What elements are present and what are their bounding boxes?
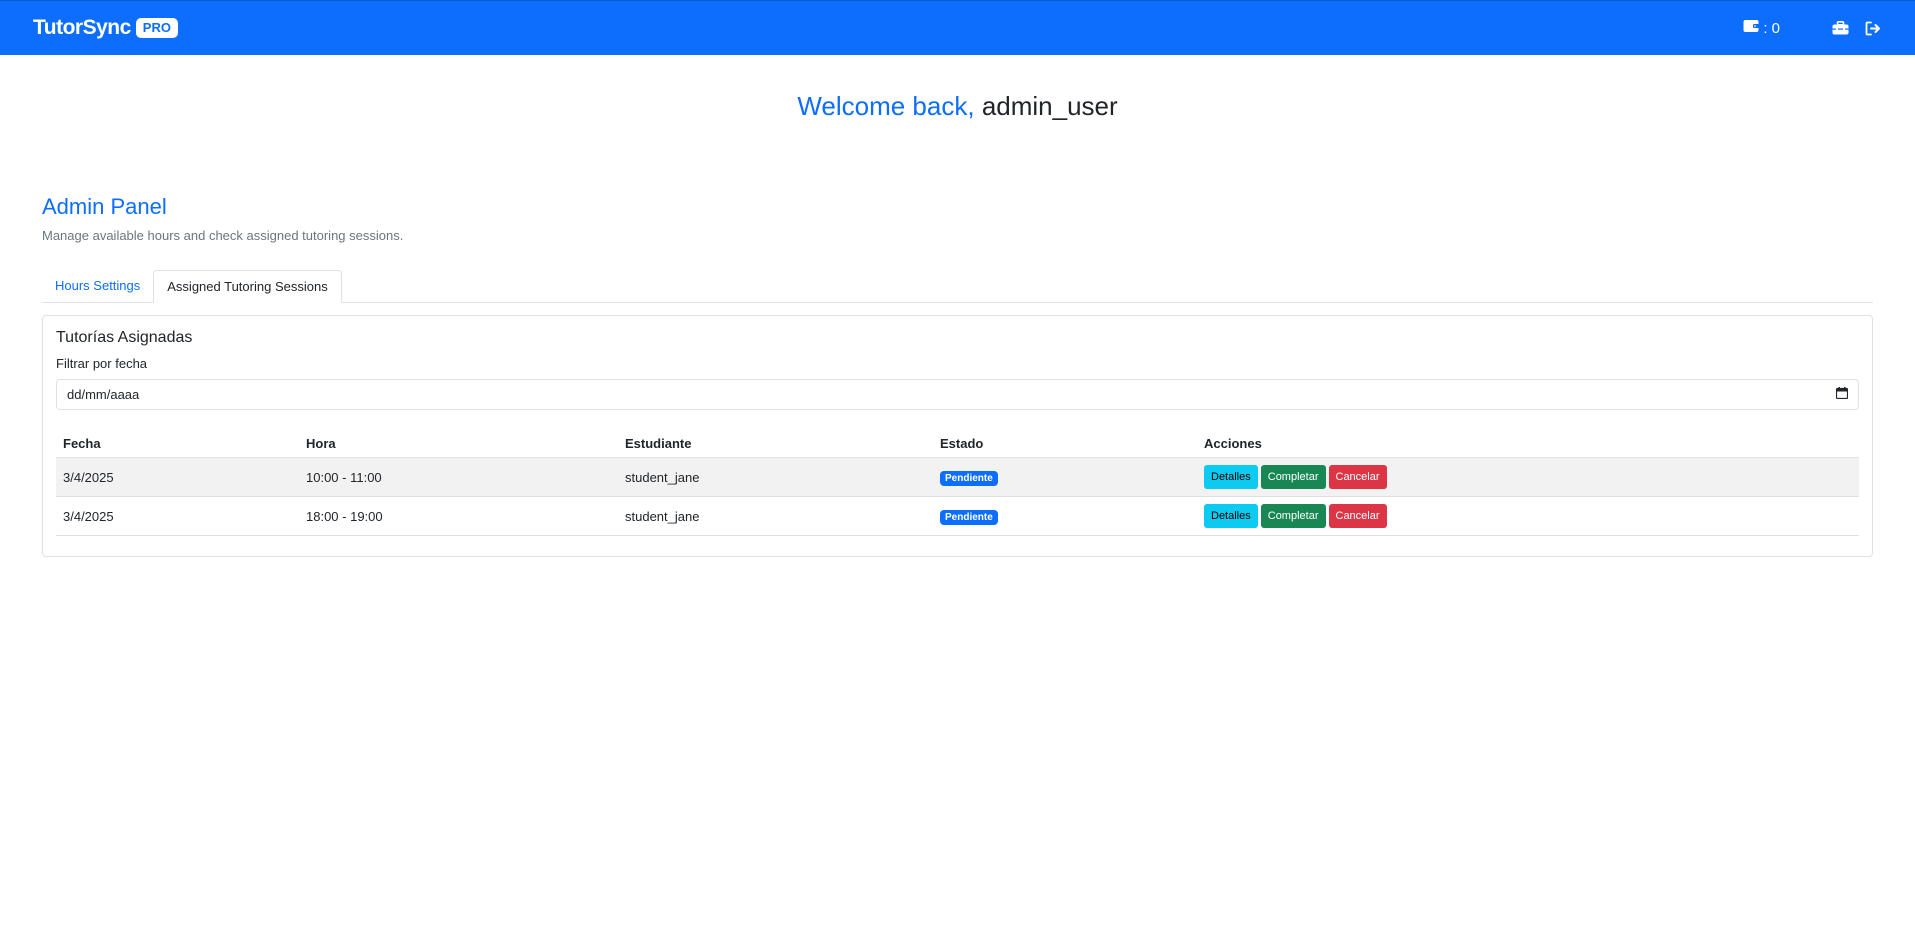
navbar-actions: : 0 [1743,19,1882,37]
top-navbar: TutorSync PRO : 0 [0,0,1915,55]
card-title: Tutorías Asignadas [56,329,193,346]
cancel-button[interactable]: Cancelar [1328,465,1387,489]
pro-badge: PRO [135,18,178,38]
page-title: Admin Panel [42,194,167,219]
date-filter-input[interactable]: dd/mm/aaaa [56,379,1859,410]
tab-hours-settings[interactable]: Hours Settings [42,270,153,302]
status-badge: Pendiente [940,509,998,525]
cell-hora: 10:00 - 11:00 [299,457,618,497]
brand-logo[interactable]: TutorSync PRO [33,16,178,40]
col-fecha: Fecha [56,428,299,458]
wallet-icon [1743,19,1760,37]
page-subtitle: Manage available hours and check assigne… [42,228,404,243]
complete-button[interactable]: Completar [1260,504,1326,528]
table-row: 3/4/2025 18:00 - 19:00 student_jane Pend… [56,496,1859,536]
tab-assigned-sessions[interactable]: Assigned Tutoring Sessions [153,270,342,303]
date-placeholder: dd/mm/aaaa [67,387,140,402]
sessions-table: Fecha Hora Estudiante Estado Acciones 3/… [56,428,1859,536]
tab-bar: Hours Settings Assigned Tutoring Session… [42,270,1873,303]
cell-hora: 18:00 - 19:00 [299,496,618,536]
credits-value: : 0 [1763,19,1780,37]
complete-button[interactable]: Completar [1260,465,1326,489]
cell-fecha: 3/4/2025 [56,457,299,497]
welcome-heading: Welcome back, admin_user [0,91,1915,131]
cancel-button[interactable]: Cancelar [1328,504,1387,528]
cell-estudiante: student_jane [618,457,933,497]
cell-acciones: Detalles Completar Cancelar [1197,496,1859,536]
toolbox-icon[interactable] [1832,21,1849,35]
table-header-row: Fecha Hora Estudiante Estado Acciones [56,428,1859,458]
cell-estudiante: student_jane [618,496,933,536]
welcome-greeting: Welcome back, [797,91,975,121]
col-estudiante: Estudiante [618,428,933,458]
table-row: 3/4/2025 10:00 - 11:00 student_jane Pend… [56,457,1859,497]
sessions-card: Tutorías Asignadas Filtrar por fecha dd/… [42,315,1873,557]
main-content: Admin Panel Manage available hours and c… [0,194,1915,557]
cell-estado: Pendiente [933,457,1197,497]
credits-counter: : 0 [1743,19,1780,37]
status-badge: Pendiente [940,470,998,486]
cell-estado: Pendiente [933,496,1197,536]
logout-icon[interactable] [1865,21,1882,36]
cell-acciones: Detalles Completar Cancelar [1197,457,1859,497]
col-hora: Hora [299,428,618,458]
filter-label: Filtrar por fecha [56,356,148,371]
details-button[interactable]: Detalles [1204,504,1258,528]
welcome-username: admin_user [981,91,1118,121]
col-estado: Estado [933,428,1197,458]
cell-fecha: 3/4/2025 [56,496,299,536]
calendar-icon[interactable] [1835,387,1849,402]
col-acciones: Acciones [1197,428,1859,458]
brand-name: TutorSync [33,16,131,39]
details-button[interactable]: Detalles [1204,465,1258,489]
